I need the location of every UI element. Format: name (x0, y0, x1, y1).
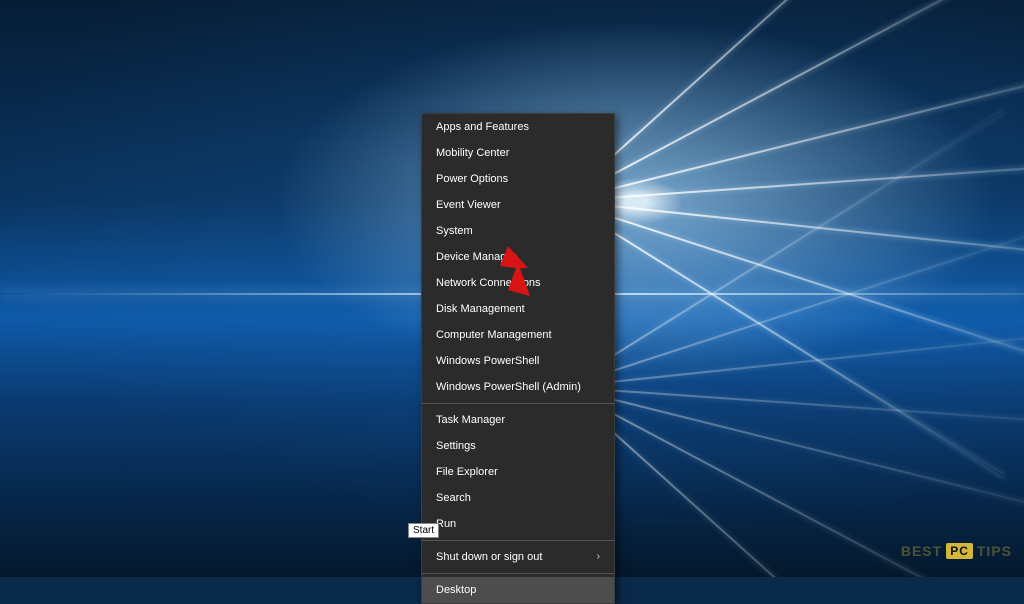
menu-item-windows-powershell[interactable]: Windows PowerShell (422, 348, 614, 374)
light-beam-icon (563, 200, 1024, 267)
menu-item-label: Network Connections (436, 276, 541, 290)
menu-item-disk-management[interactable]: Disk Management (422, 296, 614, 322)
menu-item-computer-management[interactable]: Computer Management (422, 322, 614, 348)
menu-separator (422, 403, 614, 404)
menu-item-label: Disk Management (436, 302, 525, 316)
menu-item-desktop[interactable]: Desktop (422, 577, 614, 603)
start-tooltip: Start (408, 523, 439, 538)
menu-item-mobility-center[interactable]: Mobility Center (422, 140, 614, 166)
menu-item-label: Event Viewer (436, 198, 501, 212)
menu-separator (422, 573, 614, 574)
chevron-right-icon: › (597, 550, 600, 564)
watermark-suffix: TIPS (977, 543, 1012, 559)
light-beam-icon (563, 0, 951, 202)
menu-item-file-explorer[interactable]: File Explorer (422, 459, 614, 485)
menu-item-label: System (436, 224, 473, 238)
menu-item-power-options[interactable]: Power Options (422, 166, 614, 192)
menu-item-run[interactable]: Run (422, 511, 614, 537)
menu-item-windows-powershell-admin[interactable]: Windows PowerShell (Admin) (422, 374, 614, 400)
menu-item-label: Settings (436, 439, 476, 453)
watermark-badge: PC (946, 543, 973, 559)
menu-item-network-connections[interactable]: Network Connections (422, 270, 614, 296)
watermark-logo: BEST PC TIPS (901, 543, 1012, 559)
menu-item-label: Task Manager (436, 413, 505, 427)
menu-item-label: Mobility Center (436, 146, 509, 160)
tooltip-label: Start (413, 525, 434, 536)
menu-item-label: Power Options (436, 172, 508, 186)
menu-item-event-viewer[interactable]: Event Viewer (422, 192, 614, 218)
menu-item-shut-down-or-sign-out[interactable]: Shut down or sign out › (422, 544, 614, 570)
menu-item-label: Apps and Features (436, 120, 529, 134)
menu-item-label: Windows PowerShell (436, 354, 539, 368)
menu-item-device-manager[interactable]: Device Manager (422, 244, 614, 270)
menu-item-label: File Explorer (436, 465, 498, 479)
light-beam-icon (563, 200, 1005, 477)
menu-item-label: Device Manager (436, 250, 516, 264)
menu-item-label: Computer Management (436, 328, 552, 342)
menu-item-search[interactable]: Search (422, 485, 614, 511)
menu-separator (422, 540, 614, 541)
winx-context-menu: Apps and Features Mobility Center Power … (421, 113, 615, 604)
light-beam-icon (563, 386, 951, 577)
menu-item-label: Search (436, 491, 471, 505)
menu-item-label: Windows PowerShell (Admin) (436, 380, 581, 394)
light-beam-icon (563, 321, 1024, 388)
watermark-prefix: BEST (901, 543, 942, 559)
menu-item-task-manager[interactable]: Task Manager (422, 407, 614, 433)
menu-item-label: Shut down or sign out (436, 550, 542, 564)
menu-item-system[interactable]: System (422, 218, 614, 244)
menu-item-settings[interactable]: Settings (422, 433, 614, 459)
light-beam-icon (563, 200, 1024, 381)
menu-item-apps-and-features[interactable]: Apps and Features (422, 114, 614, 140)
menu-item-label: Desktop (436, 583, 476, 597)
